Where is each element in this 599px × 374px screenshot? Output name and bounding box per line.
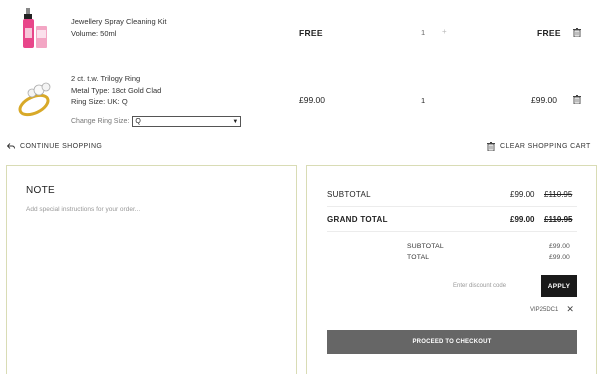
quantity-increase-button[interactable]: + xyxy=(442,27,447,36)
product-attribute: Metal Type: 18ct Gold Clad xyxy=(71,85,162,95)
grand-total-label: GRAND TOTAL xyxy=(327,215,388,224)
quantity-value: 1 xyxy=(421,96,426,105)
divider xyxy=(327,231,577,232)
ring-size-row: Change Ring Size: Q ▼ xyxy=(71,116,242,127)
back-arrow-icon xyxy=(7,143,15,149)
divider xyxy=(327,206,577,207)
product-details: Jewellery Spray Cleaning Kit Volume: 50m… xyxy=(71,16,166,39)
summary-subtotal-label: SUBTOTAL xyxy=(407,243,444,250)
cart-item-row: Jewellery Spray Cleaning Kit Volume: 50m… xyxy=(0,0,599,60)
subtotal-value: £99.00 xyxy=(510,190,535,199)
ring-thumbnail xyxy=(18,82,51,117)
grand-total-original: £110.95 xyxy=(544,215,573,224)
spray-kit-thumbnail xyxy=(23,8,47,48)
line-total: FREE xyxy=(537,28,561,38)
clear-cart-label: CLEAR SHOPPING CART xyxy=(500,143,591,150)
unit-price: FREE xyxy=(299,28,323,38)
summary-subtotal-value: £99.00 xyxy=(549,243,570,250)
product-attribute: Volume: 50ml xyxy=(71,28,117,38)
continue-shopping-label: CONTINUE SHOPPING xyxy=(20,143,103,150)
summary-total-value: £99.00 xyxy=(549,254,570,261)
discount-code-input[interactable]: Enter discount code xyxy=(453,276,539,296)
trash-icon[interactable] xyxy=(573,95,581,104)
applied-discount-tag: VIP25DC1 ✕ xyxy=(530,304,574,315)
trash-icon[interactable] xyxy=(573,28,581,37)
ring-size-label: Change Ring Size: xyxy=(71,118,130,125)
clear-cart-link[interactable]: CLEAR SHOPPING CART xyxy=(487,142,591,151)
close-icon[interactable]: ✕ xyxy=(566,304,574,315)
trash-icon xyxy=(487,142,495,151)
grand-total-value: £99.00 xyxy=(510,215,535,224)
product-attribute: Ring Size: UK: Q xyxy=(71,97,128,106)
quantity-value: 1 xyxy=(421,28,426,37)
product-details: 2 ct. t.w. Trilogy Ring Metal Type: 18ct… xyxy=(71,73,161,108)
summary-total-label: TOTAL xyxy=(407,254,430,261)
subtotal-label: SUBTOTAL xyxy=(327,190,371,199)
continue-shopping-link[interactable]: CONTINUE SHOPPING xyxy=(7,143,102,150)
note-textarea[interactable]: Add special instructions for your order.… xyxy=(26,206,140,213)
apply-discount-button[interactable]: APPLY xyxy=(541,275,577,297)
chevron-down-icon: ▼ xyxy=(232,118,239,125)
product-name[interactable]: Jewellery Spray Cleaning Kit xyxy=(71,16,166,28)
note-title: NOTE xyxy=(26,185,55,196)
ring-size-selected: Q xyxy=(135,118,141,125)
note-panel: NOTE Add special instructions for your o… xyxy=(6,165,297,374)
applied-discount-code: VIP25DC1 xyxy=(530,306,559,313)
proceed-to-checkout-button[interactable]: PROCEED TO CHECKOUT xyxy=(327,330,577,354)
subtotal-original: £110.95 xyxy=(544,190,573,199)
product-name[interactable]: 2 ct. t.w. Trilogy Ring xyxy=(71,73,161,85)
unit-price: £99.00 xyxy=(299,95,325,105)
ring-size-select[interactable]: Q ▼ xyxy=(132,116,242,127)
totals-panel: SUBTOTAL £99.00 £110.95 GRAND TOTAL £99.… xyxy=(306,165,597,374)
line-total: £99.00 xyxy=(531,95,557,105)
